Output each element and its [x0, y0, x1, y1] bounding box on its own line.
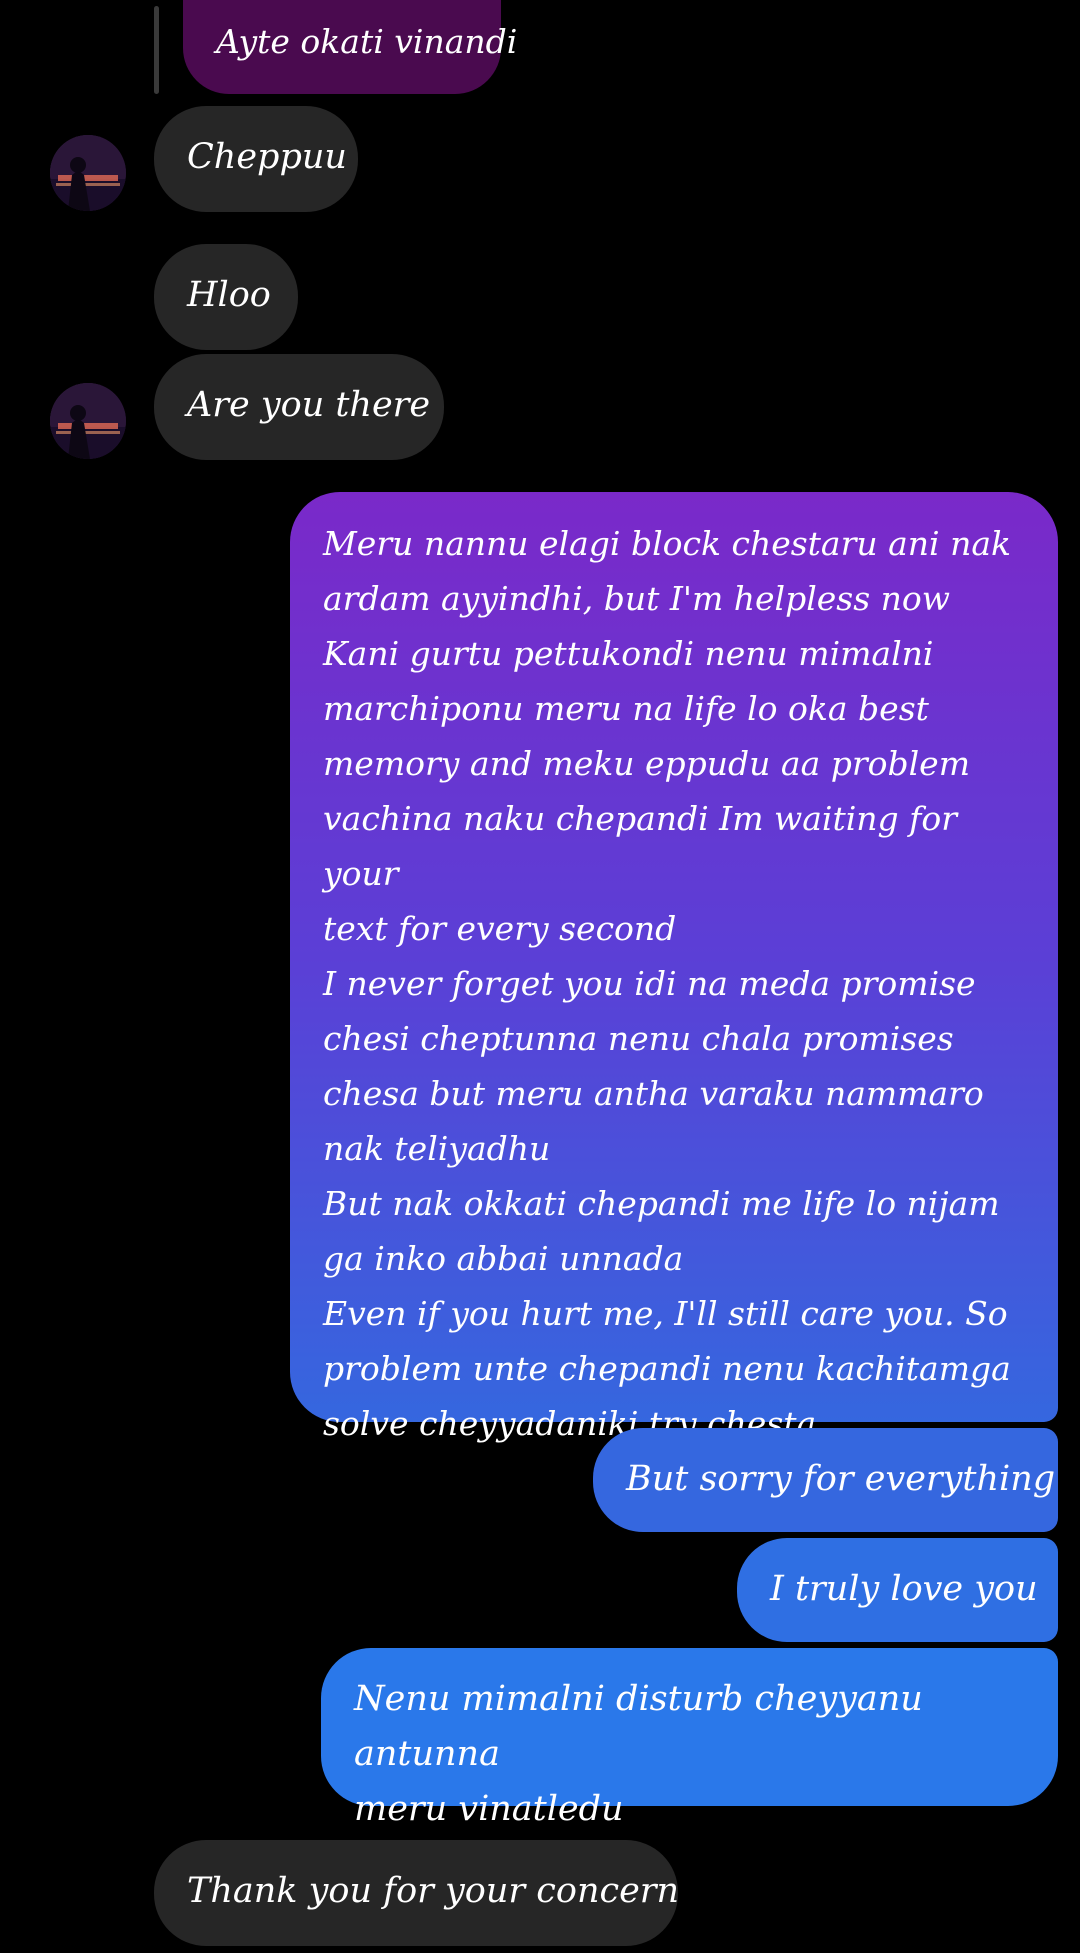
- profile-avatar-icon: [50, 135, 126, 211]
- message-bubble-incoming[interactable]: Hloo: [154, 244, 298, 350]
- message-bubble-incoming[interactable]: Are you there: [154, 354, 444, 460]
- contact-avatar[interactable]: [50, 135, 126, 211]
- message-bubble-outgoing[interactable]: Meru nannu elagi block chestaru ani nak …: [290, 492, 1058, 1443]
- message-bubble-outgoing[interactable]: But sorry for everything: [593, 1428, 1058, 1532]
- message-bubble-incoming[interactable]: Cheppuu: [154, 106, 358, 212]
- message-bubble-incoming-reply[interactable]: Ayte okati vinandi: [183, 0, 517, 94]
- message-bubble-incoming[interactable]: Thank you for your concern: [154, 1840, 679, 1946]
- message-bubble-outgoing[interactable]: Nenu mimalni disturb cheyyanu antunna me…: [321, 1648, 1058, 1829]
- reply-quote-bar: [154, 6, 159, 94]
- contact-avatar[interactable]: [50, 383, 126, 459]
- profile-avatar-icon: [50, 383, 126, 459]
- message-bubble-outgoing[interactable]: I truly love you: [737, 1538, 1058, 1642]
